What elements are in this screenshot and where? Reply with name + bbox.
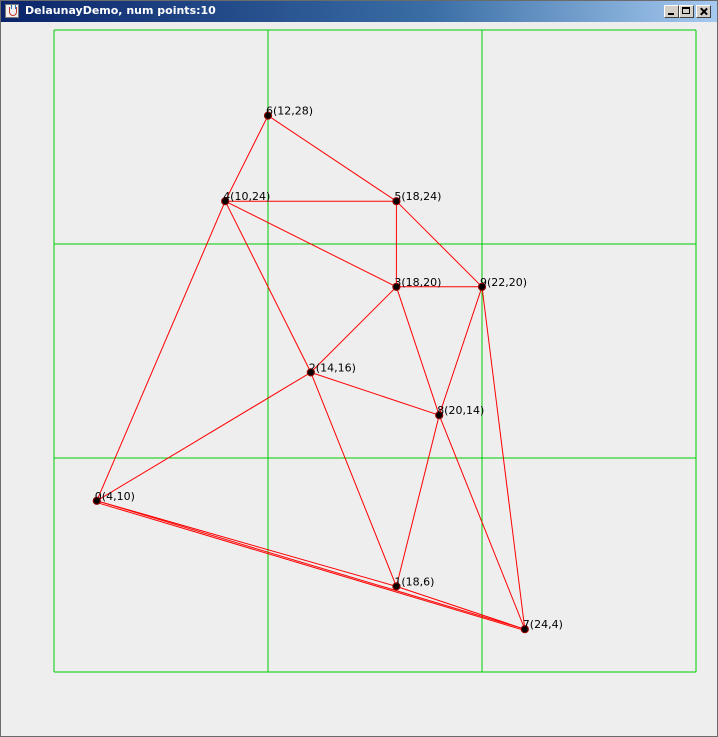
triangulation-edge bbox=[310, 286, 397, 373]
delaunay-canvas[interactable]: 0(4,10) 1(18,6) 2(14,16) 3(18,20) 4(10,24) 5(… bbox=[4, 23, 715, 734]
delaunay-triangulation-plot[interactable]: 0(4,10) 1(18,6) 2(14,16) 3(18,20) 4(10,24) 5(… bbox=[4, 23, 715, 734]
point-label: 5(18,24) bbox=[394, 190, 441, 203]
java-app-icon[interactable] bbox=[5, 4, 19, 18]
triangulation-edge bbox=[97, 502, 524, 631]
point-label: 1(18,6) bbox=[394, 575, 434, 588]
triangulation-edge bbox=[438, 286, 483, 416]
point-label: 3(18,20) bbox=[394, 276, 441, 289]
triangulation-edge bbox=[310, 372, 397, 587]
close-button[interactable] bbox=[696, 5, 711, 18]
point-label: 6(12,28) bbox=[266, 105, 313, 118]
triangulation-edge bbox=[224, 115, 269, 202]
triangulation-edge bbox=[96, 500, 397, 587]
point-label: 4(10,24) bbox=[223, 190, 270, 203]
point-label: 0(4,10) bbox=[95, 490, 135, 503]
triangulation-edge bbox=[310, 371, 440, 416]
triangulation-edge bbox=[396, 585, 525, 630]
triangulation-edge bbox=[96, 371, 312, 502]
triangulation-edge bbox=[395, 286, 440, 416]
triangulation-edge bbox=[267, 115, 397, 202]
triangulation-edge bbox=[395, 415, 440, 587]
maximize-button[interactable] bbox=[679, 5, 694, 18]
minimize-button[interactable] bbox=[664, 5, 679, 18]
point-label: 9(22,20) bbox=[480, 276, 527, 289]
point-label: 8(20,14) bbox=[437, 404, 484, 417]
triangulation-edge bbox=[96, 201, 226, 501]
point-label: 2(14,16) bbox=[309, 361, 356, 374]
title-bar[interactable]: DelaunayDemo, num points:10 bbox=[1, 1, 717, 22]
point-label: 7(24,4) bbox=[523, 618, 563, 631]
app-window: DelaunayDemo, num points:10 0(4,10) 1(18,… bbox=[0, 0, 718, 737]
window-title: DelaunayDemo, num points:10 bbox=[25, 4, 216, 17]
triangulation-edge bbox=[96, 500, 525, 630]
